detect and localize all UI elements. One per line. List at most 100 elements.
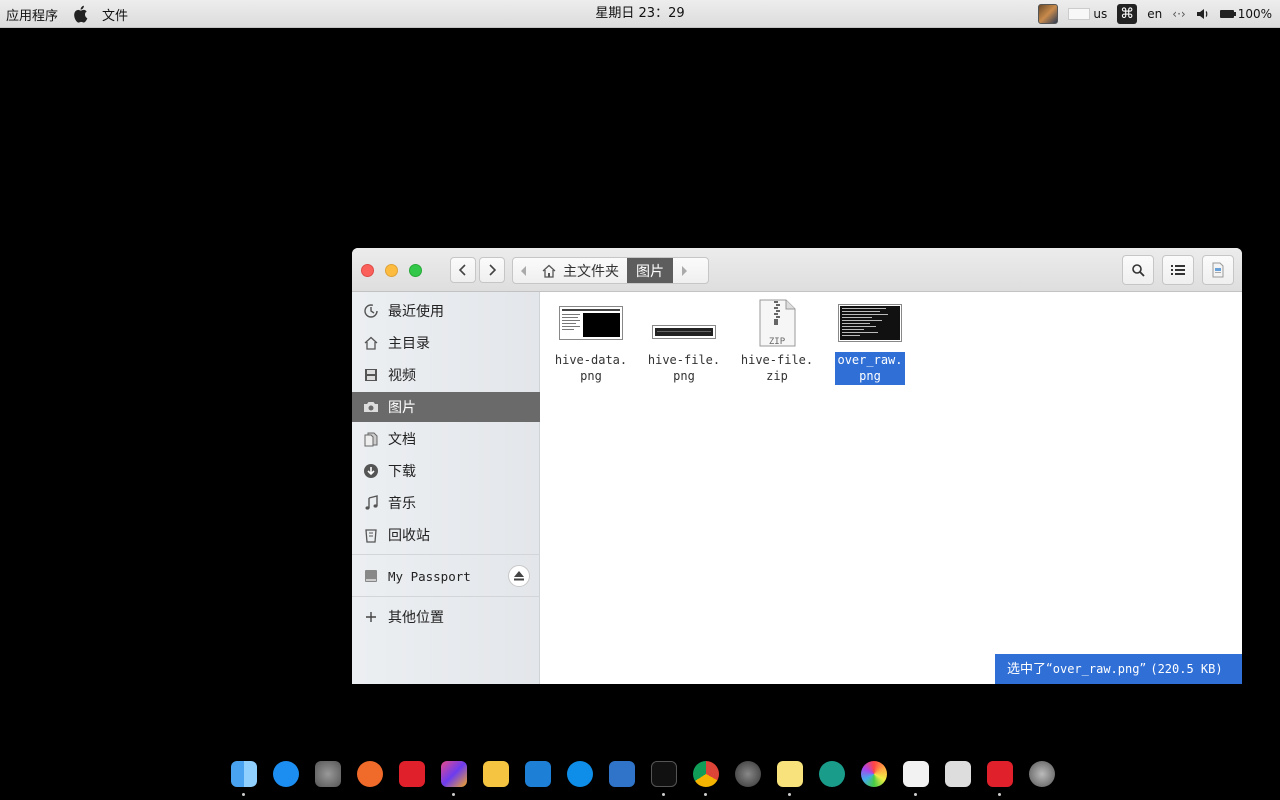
- path-crumb-current[interactable]: 图片: [627, 258, 673, 283]
- pen-icon[interactable]: [352, 756, 388, 792]
- path-bar: 主文件夹 图片: [512, 257, 709, 284]
- file-name-line: zip: [766, 369, 788, 383]
- xmind2-icon[interactable]: [982, 756, 1018, 796]
- status-prefix: 选中了“: [1007, 662, 1053, 677]
- terminal-icon[interactable]: [646, 756, 682, 796]
- maximize-window-button[interactable]: [409, 264, 422, 277]
- xmind-icon[interactable]: [394, 756, 430, 792]
- plus-icon: [362, 608, 380, 626]
- device-label: My Passport: [388, 568, 471, 584]
- eject-button[interactable]: [508, 565, 530, 587]
- app-menu[interactable]: 应用程序: [6, 5, 58, 24]
- file-manager-window: 主文件夹 图片 最近使用 主目录 视频 图片 文档 下载 音乐 回收站 My P…: [352, 248, 1242, 684]
- file-name-line: hive-file.: [647, 353, 721, 367]
- battery-status[interactable]: 100%: [1219, 7, 1272, 21]
- sidebar-item-label: 下载: [388, 464, 416, 480]
- video-icon: [362, 366, 380, 384]
- sidebar-divider: [352, 596, 540, 597]
- sidebar-item-music[interactable]: 音乐: [352, 488, 540, 518]
- search-button[interactable]: [1122, 255, 1154, 285]
- chevron-right-icon: [489, 264, 497, 276]
- sidebar-item-home[interactable]: 主目录: [352, 328, 540, 358]
- titlebar: 主文件夹 图片: [352, 248, 1242, 292]
- sketch-icon[interactable]: [478, 756, 514, 792]
- triangle-right-icon: [682, 265, 687, 276]
- minimize-window-button[interactable]: [385, 264, 398, 277]
- intellij-icon[interactable]: [436, 756, 472, 796]
- input-language[interactable]: en: [1147, 7, 1162, 21]
- settings-icon[interactable]: [730, 756, 766, 792]
- sidebar-item-label: 文档: [388, 432, 416, 448]
- path-crumb-home-label: 主文件夹: [563, 263, 619, 280]
- image-thumbnail-icon: [551, 298, 631, 348]
- photos-icon[interactable]: [856, 756, 892, 792]
- close-window-button[interactable]: [361, 264, 374, 277]
- sidebar-item-label: 图片: [388, 400, 416, 416]
- finder-icon[interactable]: [226, 756, 262, 796]
- sidebar: 最近使用 主目录 视频 图片 文档 下载 音乐 回收站 My Passport …: [352, 292, 540, 684]
- file-name-line: hive-data.: [554, 353, 628, 367]
- app-store-icon[interactable]: [268, 756, 304, 792]
- chrome-icon[interactable]: [688, 756, 724, 796]
- list-view-button[interactable]: [1162, 255, 1194, 285]
- file-name-line: over_raw.: [837, 353, 903, 367]
- sidebar-item-video[interactable]: 视频: [352, 360, 540, 390]
- list-icon: [1171, 265, 1185, 275]
- system-preferences-icon[interactable]: [310, 756, 346, 792]
- file-name: hive-file. png: [646, 352, 722, 385]
- file-item[interactable]: hive-data. png: [551, 298, 631, 385]
- launchpad-icon[interactable]: [1024, 756, 1060, 792]
- volume-icon[interactable]: [1196, 7, 1210, 21]
- document-preview-icon: [1212, 262, 1224, 278]
- view-menu-button[interactable]: [1202, 255, 1234, 285]
- sidebar-item-recent[interactable]: 最近使用: [352, 296, 540, 326]
- network-icon[interactable]: ‹·›: [1172, 7, 1185, 21]
- file-name: hive-data. png: [553, 352, 629, 385]
- time-machine-icon[interactable]: [814, 756, 850, 792]
- xcode-icon[interactable]: [604, 756, 640, 792]
- status-suffix: ”: [1139, 662, 1147, 677]
- image-thumbnail-icon: [644, 298, 724, 348]
- camera-icon: [362, 398, 380, 416]
- vscode-icon[interactable]: [520, 756, 556, 792]
- file-name: hive-file. zip: [739, 352, 815, 385]
- sidebar-item-label: 主目录: [388, 336, 430, 352]
- chevron-left-icon: [458, 264, 466, 276]
- clock[interactable]: 星期日 23：29: [595, 6, 684, 21]
- command-icon[interactable]: ⌘: [1117, 4, 1138, 24]
- sidebar-item-my-passport[interactable]: My Passport: [352, 560, 540, 592]
- sidebar-item-other-locations[interactable]: 其他位置: [352, 602, 540, 632]
- file-name-line: hive-file.: [740, 353, 814, 367]
- search-icon: [1132, 264, 1145, 277]
- path-crumb-home[interactable]: 主文件夹: [535, 258, 627, 283]
- path-crumb-current-label: 图片: [636, 263, 664, 280]
- file-menu[interactable]: 文件: [102, 5, 128, 24]
- keyboard-layout: us: [1093, 7, 1108, 21]
- tray-image-icon[interactable]: [1038, 4, 1059, 24]
- sidebar-item-documents[interactable]: 文档: [352, 424, 540, 454]
- home-icon: [542, 264, 556, 278]
- keyboard-indicator[interactable]: us: [1068, 7, 1107, 21]
- teamviewer-icon[interactable]: [562, 756, 598, 792]
- path-scroll-right-button[interactable]: [673, 258, 695, 283]
- recent-icon: [362, 302, 380, 320]
- file-item[interactable]: hive-file. png: [644, 298, 724, 385]
- file-name: over_raw.png: [835, 352, 905, 385]
- file-grid: hive-data. png hive-file. png ZIP hive-fil…: [540, 292, 1242, 684]
- eject-icon: [514, 571, 524, 581]
- sidebar-item-pictures[interactable]: 图片: [352, 392, 540, 422]
- screenshot-icon[interactable]: [940, 756, 976, 792]
- back-button[interactable]: [450, 257, 476, 283]
- sidebar-item-label: 回收站: [388, 528, 430, 544]
- text-editor-icon[interactable]: [898, 756, 934, 796]
- sidebar-item-trash[interactable]: 回收站: [352, 520, 540, 550]
- notes-icon[interactable]: [772, 756, 808, 796]
- sidebar-item-downloads[interactable]: 下载: [352, 456, 540, 486]
- file-item-selected[interactable]: over_raw.png: [830, 298, 910, 385]
- apple-icon[interactable]: [72, 5, 88, 23]
- file-item[interactable]: ZIP hive-file. zip: [737, 298, 817, 385]
- file-name-line: png: [859, 369, 881, 383]
- file-name-line: png: [673, 369, 695, 383]
- path-scroll-left-button[interactable]: [513, 258, 535, 283]
- forward-button[interactable]: [479, 257, 505, 283]
